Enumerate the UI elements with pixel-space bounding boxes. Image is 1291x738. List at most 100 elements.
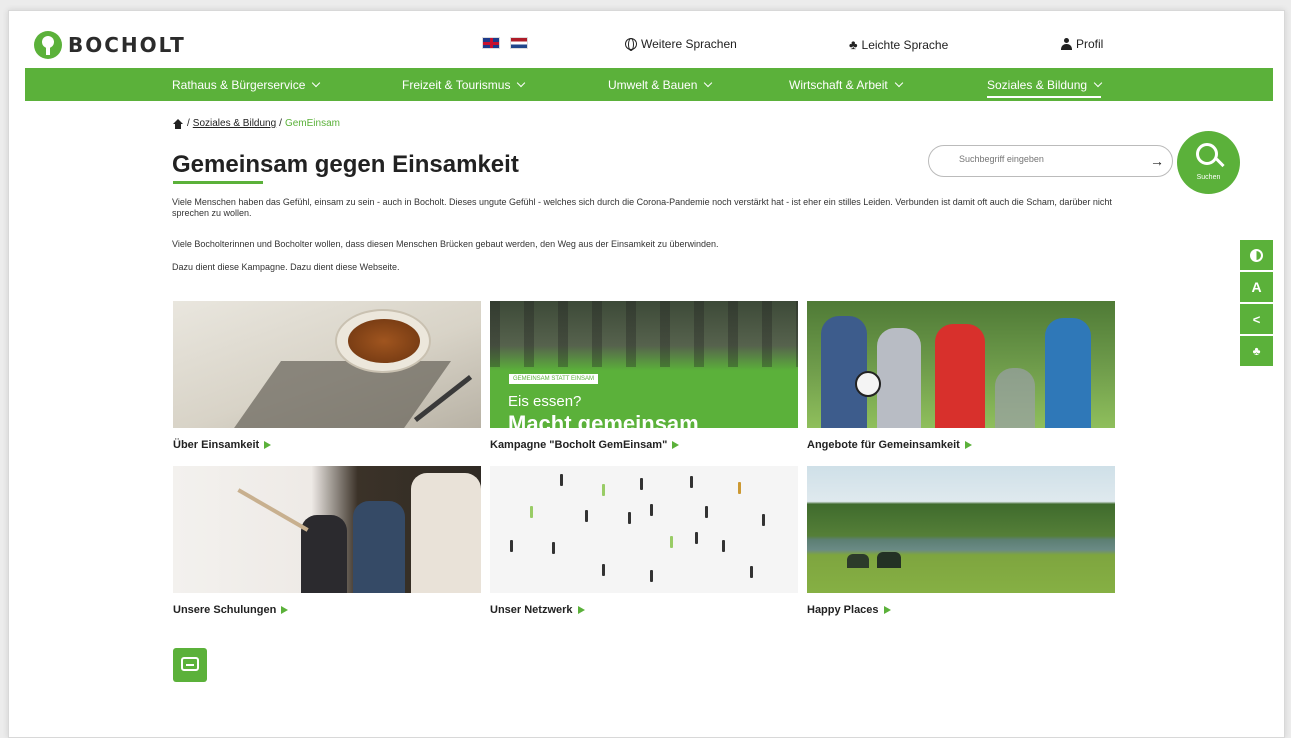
- more-languages-link[interactable]: Weitere Sprachen: [625, 37, 737, 51]
- arrow-right-icon[interactable]: →: [1150, 153, 1164, 169]
- easy-language-tool-button[interactable]: ♣: [1240, 336, 1273, 366]
- breadcrumb-parent-link[interactable]: Soziales & Bildung: [193, 118, 276, 129]
- breadcrumb-separator: /: [279, 118, 282, 129]
- figure-shape: [670, 536, 673, 548]
- intro-paragraph-3: Dazu dient diese Kampagne. Dazu dient di…: [172, 262, 400, 272]
- chevron-down-icon: [894, 78, 903, 88]
- card-schulungen[interactable]: Unsere Schulungen: [173, 466, 481, 616]
- person-shape: [411, 473, 481, 593]
- card-caption-text: Über Einsamkeit: [173, 439, 260, 451]
- chevron-down-icon: [1093, 78, 1103, 88]
- person-shape: [877, 328, 921, 428]
- card-caption[interactable]: Happy Places: [807, 604, 1115, 616]
- figure-shape: [628, 512, 631, 524]
- tea-cup-image[interactable]: [173, 301, 481, 428]
- cafe-chairs: [490, 301, 798, 367]
- page-title: Gemeinsam gegen Einsamkeit: [172, 151, 519, 178]
- card-happy-places[interactable]: Happy Places: [807, 466, 1115, 616]
- campaign-overlay-text-1: Eis essen?: [508, 393, 582, 410]
- figure-shape: [602, 564, 605, 576]
- person-shape: [353, 501, 405, 593]
- figure-shape: [650, 504, 653, 516]
- share-button[interactable]: <: [1240, 304, 1273, 334]
- figure-shape: [530, 506, 533, 518]
- main-navigation: Rathaus & Bürgerservice Freizeit & Touri…: [25, 68, 1273, 101]
- card-netzwerk[interactable]: Unser Netzwerk: [490, 466, 798, 616]
- print-button[interactable]: [173, 648, 207, 682]
- card-caption[interactable]: Unser Netzwerk: [490, 604, 798, 616]
- campaign-overlay-text-2: Macht gemeinsam: [508, 411, 699, 428]
- accessibility-toolbar: A < ♣: [1240, 240, 1273, 366]
- lake-image[interactable]: [807, 466, 1115, 593]
- people-outdoor-image[interactable]: [807, 301, 1115, 428]
- figure-shape: [738, 482, 741, 494]
- card-caption[interactable]: Kampagne "Bocholt GemEinsam": [490, 439, 798, 451]
- figure-shape: [750, 566, 753, 578]
- nav-item-soziales[interactable]: Soziales & Bildung: [987, 78, 1103, 98]
- contrast-button[interactable]: [1240, 240, 1273, 270]
- nav-item-rathaus[interactable]: Rathaus & Bürgerservice: [172, 78, 321, 92]
- bike-shape: [995, 368, 1035, 428]
- easy-language-link[interactable]: ♣ Leichte Sprache: [849, 37, 948, 52]
- card-caption-text: Angebote für Gemeinsamkeit: [807, 439, 960, 451]
- figure-shape: [690, 476, 693, 488]
- font-size-button[interactable]: A: [1240, 272, 1273, 302]
- card-caption-text: Unser Netzwerk: [490, 604, 573, 616]
- nl-flag-icon[interactable]: [510, 37, 528, 49]
- tea-shape: [348, 319, 420, 363]
- triangle-right-icon: [883, 606, 891, 615]
- figure-shape: [722, 540, 725, 552]
- logo-text: BOCHOLT: [68, 33, 186, 57]
- nav-item-label: Umwelt & Bauen: [608, 78, 698, 92]
- figure-shape: [650, 570, 653, 582]
- card-ueber-einsamkeit[interactable]: Über Einsamkeit: [173, 301, 481, 451]
- card-angebote[interactable]: Angebote für Gemeinsamkeit: [807, 301, 1115, 451]
- triangle-right-icon: [964, 441, 972, 450]
- title-underline: [173, 181, 263, 184]
- figure-shape: [560, 474, 563, 486]
- triangle-right-icon: [672, 441, 680, 450]
- profile-label: Profil: [1076, 37, 1104, 51]
- search-box: →: [928, 145, 1173, 177]
- network-image[interactable]: [490, 466, 798, 593]
- person-shape: [1045, 318, 1091, 428]
- chevron-down-icon: [517, 78, 526, 88]
- card-caption[interactable]: Über Einsamkeit: [173, 439, 481, 451]
- training-image[interactable]: [173, 466, 481, 593]
- profile-link[interactable]: Profil: [1061, 37, 1103, 51]
- card-caption[interactable]: Angebote für Gemeinsamkeit: [807, 439, 1115, 451]
- triangle-right-icon: [281, 606, 289, 615]
- easy-language-label: Leichte Sprache: [861, 37, 949, 52]
- figure-shape: [585, 510, 588, 522]
- bocholt-logo[interactable]: BOCHOLT: [34, 31, 186, 59]
- search-button[interactable]: Suchen: [1177, 131, 1240, 194]
- figure-shape: [552, 542, 555, 554]
- nav-item-label: Rathaus & Bürgerservice: [172, 78, 306, 92]
- person-shape: [935, 324, 985, 428]
- football-shape: [855, 371, 881, 397]
- printer-icon: [181, 657, 199, 671]
- campaign-tag: GEMEINSAM STATT EINSAM: [508, 373, 600, 385]
- intro-paragraph-2: Viele Bocholterinnen und Bocholter wolle…: [172, 239, 719, 249]
- search-button-label: Suchen: [1196, 174, 1221, 181]
- home-icon[interactable]: [172, 118, 184, 129]
- figure-shape: [640, 478, 643, 490]
- triangle-right-icon: [264, 441, 272, 450]
- nav-item-label: Wirtschaft & Arbeit: [789, 78, 888, 92]
- card-caption-text: Unsere Schulungen: [173, 604, 277, 616]
- nav-item-wirtschaft[interactable]: Wirtschaft & Arbeit: [789, 78, 903, 92]
- intro-paragraph-1: Viele Menschen haben das Gefühl, einsam …: [172, 197, 1112, 218]
- share-icon: <: [1252, 311, 1261, 327]
- card-caption[interactable]: Unsere Schulungen: [173, 604, 481, 616]
- campaign-image[interactable]: GEMEINSAM STATT EINSAM Eis essen? Macht …: [490, 301, 798, 428]
- card-kampagne[interactable]: GEMEINSAM STATT EINSAM Eis essen? Macht …: [490, 301, 798, 451]
- uk-flag-icon[interactable]: [482, 37, 500, 49]
- search-input[interactable]: [959, 154, 1129, 164]
- nav-item-umwelt[interactable]: Umwelt & Bauen: [608, 78, 713, 92]
- person-sitting-shape: [847, 554, 869, 568]
- arm-shape: [237, 488, 309, 532]
- easy-language-icon: ♣: [849, 37, 858, 52]
- nav-item-freizeit[interactable]: Freizeit & Tourismus: [402, 78, 526, 92]
- breadcrumb-separator: /: [187, 118, 190, 129]
- browser-page: BOCHOLT Weitere Sprachen ♣ Leichte Sprac…: [8, 10, 1285, 738]
